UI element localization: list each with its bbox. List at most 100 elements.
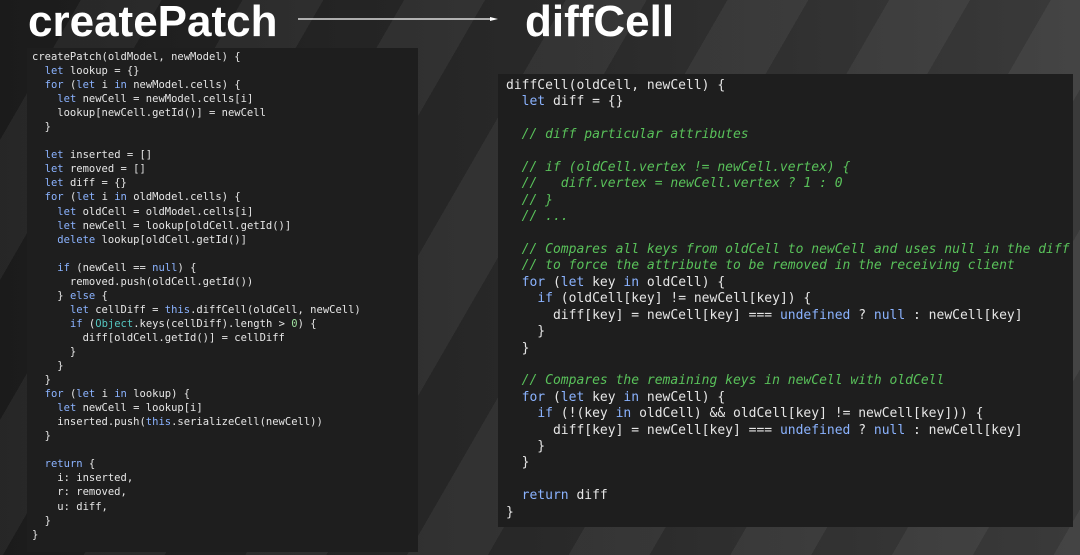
code-token: let [44, 163, 64, 176]
code-token: // to force the attribute to be removed … [521, 258, 1015, 274]
code-token: (newCell == [69, 261, 153, 274]
code-token: let [44, 177, 64, 190]
code-token: .keys(cellDiff).length > [133, 317, 292, 330]
code-token: null [873, 422, 906, 438]
code-token: // ... [521, 209, 569, 225]
code-token: newCell = newModel.cells[i] [76, 93, 254, 106]
code-line: let diff = {} [32, 177, 127, 189]
code-token: i: inserted, [32, 472, 134, 485]
code-line: if (newCell == null) { [32, 262, 196, 274]
code-line: } [32, 430, 51, 442]
code-block-create-patch: createPatch(oldModel, newModel) { let lo… [32, 50, 418, 542]
code-token: removed = [] [63, 163, 146, 176]
code-line: // Compares all keys from oldCell to new… [506, 242, 1070, 257]
code-line: inserted.push(this.serializeCell(newCell… [32, 416, 323, 428]
code-token: else [69, 289, 96, 302]
code-token: diff [568, 488, 608, 504]
code-token: let [76, 388, 96, 401]
code-token: if [69, 317, 83, 330]
code-token: null [152, 261, 178, 274]
code-token: oldCell = oldModel.cells[i] [76, 205, 254, 218]
code-panel-diff-cell: diffCell(oldCell, newCell) { let diff = … [498, 74, 1073, 527]
code-token: let [44, 149, 64, 162]
code-token: i [95, 79, 115, 92]
code-token: } [32, 374, 51, 387]
code-token: let [560, 274, 585, 290]
code-token: for [44, 79, 64, 92]
code-token: for [44, 388, 64, 401]
code-token: undefined [779, 422, 851, 438]
code-token: this [164, 303, 191, 316]
code-line: let removed = [] [32, 163, 146, 175]
code-token: in [114, 79, 127, 92]
code-line: diff[key] = newCell[key] === undefined ?… [506, 308, 1023, 323]
code-token: ( [63, 191, 77, 204]
code-line: createPatch(oldModel, newModel) { [32, 51, 241, 63]
code-token: null [873, 307, 906, 323]
code-token: return [44, 458, 83, 471]
code-token: Object [95, 317, 134, 330]
code-token: ( [82, 317, 96, 330]
code-line: for (let i in newModel.cells) { [32, 79, 241, 91]
code-line: // diff particular attributes [506, 127, 749, 142]
code-line: let lookup = {} [32, 65, 140, 77]
code-line: delete lookup[oldCell.getId()] [32, 234, 247, 246]
code-line: // to force the attribute to be removed … [506, 258, 1015, 273]
code-token: let [57, 205, 77, 218]
code-token: } [32, 345, 77, 358]
code-line: // } [506, 193, 553, 208]
code-line: for (let i in oldModel.cells) { [32, 191, 241, 203]
code-line: } [32, 374, 51, 386]
code-token: // diff particular attributes [521, 127, 749, 143]
code-line: diffCell(oldCell, newCell) { [506, 78, 725, 93]
code-token: let [521, 94, 546, 110]
code-token: removed.push(oldCell.getId()) [32, 275, 254, 288]
code-token: : newCell[key] [905, 422, 1023, 438]
code-line: } [506, 439, 545, 454]
code-token: newCell) { [639, 389, 726, 405]
code-token: newModel.cells) { [126, 79, 241, 92]
code-token: } [32, 514, 51, 527]
code-line: // if (oldCell.vertex != newCell.vertex)… [506, 160, 851, 176]
code-token: .serializeCell(newCell)) [171, 416, 323, 429]
code-token: } [32, 289, 70, 302]
code-token: let [76, 79, 96, 92]
code-line: } [32, 360, 63, 372]
code-token: // if (oldCell.vertex != newCell.vertex)… [521, 160, 851, 176]
code-token: for [521, 274, 546, 290]
code-token: (oldCell[key] != newCell[key]) { [552, 291, 812, 307]
code-token: } [506, 340, 530, 356]
code-line: if (oldCell[key] != newCell[key]) { [506, 291, 811, 306]
code-token: // } [521, 192, 553, 208]
code-token: if [57, 261, 70, 274]
code-token: ? [850, 307, 874, 323]
title-create-patch: createPatch [28, 0, 278, 46]
code-token: } [506, 504, 514, 520]
code-token: let [560, 389, 585, 405]
code-line: for (let key in oldCell) { [506, 274, 726, 290]
code-token: oldCell) { [639, 274, 726, 290]
code-panel-create-patch: createPatch(oldModel, newModel) { let lo… [27, 48, 418, 552]
code-line: } [32, 346, 76, 358]
code-token: diff[key] = newCell[key] === [506, 307, 780, 323]
code-token: delete [57, 233, 96, 246]
code-line: // Compares the remaining keys in newCel… [506, 373, 945, 388]
code-token: oldModel.cells) { [126, 191, 241, 204]
code-line: let newCell = newModel.cells[i] [32, 93, 253, 105]
code-token: return [521, 488, 569, 504]
code-token: for [44, 191, 64, 204]
code-token: in [615, 406, 632, 422]
